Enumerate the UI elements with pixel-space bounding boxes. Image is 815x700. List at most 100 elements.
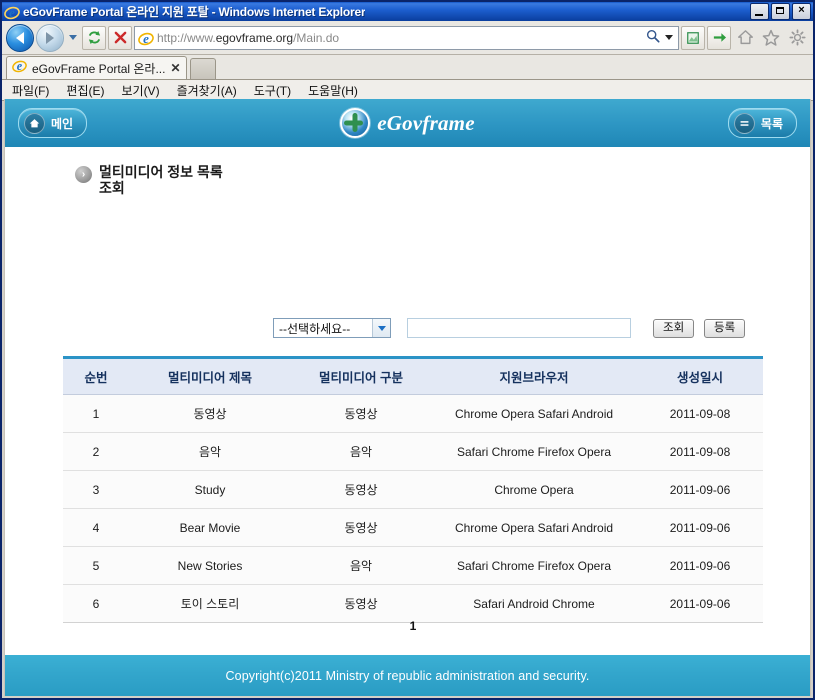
cell-browser: Chrome Opera Safari Android <box>431 395 637 433</box>
browser-tab[interactable]: e eGovFrame Portal 온라... ✕ <box>6 56 187 79</box>
minimize-button[interactable] <box>750 3 769 20</box>
chevron-down-icon <box>665 35 673 40</box>
search-icon[interactable] <box>644 29 662 46</box>
forward-arrow-icon <box>46 32 54 44</box>
address-bar[interactable]: e http://www.egovframe.org/Main.do <box>134 26 679 50</box>
close-icon: × <box>798 4 804 16</box>
tools-button[interactable] <box>785 26 809 50</box>
chevron-down-icon <box>69 35 77 40</box>
table-row[interactable]: 2 음악 음악 Safari Chrome Firefox Opera 2011… <box>63 433 763 471</box>
copyright-text: Copyright(c)2011 Ministry of republic ad… <box>226 669 590 683</box>
cell-browser: Safari Chrome Firefox Opera <box>431 547 637 585</box>
url-path: /Main.do <box>293 31 339 45</box>
url-text: http://www.egovframe.org/Main.do <box>157 31 644 45</box>
tab-close-icon[interactable]: ✕ <box>170 61 180 75</box>
tab-title: eGovFrame Portal 온라... <box>32 60 165 77</box>
globe-icon <box>340 108 370 138</box>
new-tab-button[interactable] <box>190 58 216 79</box>
pagination: 1 <box>63 617 763 635</box>
refresh-button[interactable] <box>82 26 106 50</box>
site-header: 메인 eGovframe 목록 <box>5 99 810 149</box>
chevron-down-icon[interactable] <box>372 319 390 337</box>
compatibility-view-icon <box>686 31 700 45</box>
back-arrow-icon <box>16 32 24 44</box>
menu-item-view[interactable]: 보기(V) <box>121 82 159 99</box>
cell-no: 4 <box>63 509 129 547</box>
chevron-right-circle-icon: › <box>75 166 92 183</box>
search-input[interactable] <box>407 318 631 338</box>
stop-button[interactable] <box>108 26 132 50</box>
cell-no: 2 <box>63 433 129 471</box>
svg-text:e: e <box>9 5 15 20</box>
cell-type: 음악 <box>291 433 431 471</box>
table-row[interactable]: 5 New Stories 음악 Safari Chrome Firefox O… <box>63 547 763 585</box>
minimize-icon <box>755 14 763 16</box>
category-select-value: --선택하세요-- <box>274 320 372 337</box>
menu-item-edit[interactable]: 편집(E) <box>66 82 104 99</box>
menu-bar: 파일(F) 편집(E) 보기(V) 즐겨찾기(A) 도구(T) 도움말(H) <box>2 80 813 101</box>
column-header-title: 멀티미디어 제목 <box>129 358 291 395</box>
cell-title[interactable]: 음악 <box>129 433 291 471</box>
table-header-row: 순번 멀티미디어 제목 멀티미디어 구분 지원브라우저 생성일시 <box>63 358 763 395</box>
recent-pages-button[interactable] <box>66 25 80 51</box>
table-row[interactable]: 1 동영상 동영상 Chrome Opera Safari Android 20… <box>63 395 763 433</box>
cell-date: 2011-09-08 <box>637 395 763 433</box>
page-viewport: 메인 eGovframe 목록 › 멀티미 <box>4 99 811 696</box>
window-controls: × <box>750 3 811 20</box>
table-header: 순번 멀티미디어 제목 멀티미디어 구분 지원브라우저 생성일시 <box>63 358 763 395</box>
svg-text:e: e <box>143 31 149 46</box>
menu-item-tools[interactable]: 도구(T) <box>254 82 291 99</box>
cell-no: 3 <box>63 471 129 509</box>
site-logo-text: eGovframe <box>377 111 474 136</box>
svg-text:e: e <box>17 59 23 73</box>
list-nav-button[interactable]: 목록 <box>728 108 797 138</box>
menu-item-help[interactable]: 도움말(H) <box>308 82 358 99</box>
cell-title[interactable]: 동영상 <box>129 395 291 433</box>
cell-date: 2011-09-06 <box>637 509 763 547</box>
menu-item-favorites[interactable]: 즐겨찾기(A) <box>177 82 237 99</box>
close-button[interactable]: × <box>792 3 811 20</box>
hamburger-menu-icon <box>734 113 755 134</box>
tab-strip: e eGovFrame Portal 온라... ✕ <box>2 55 813 80</box>
browser-window: e eGovFrame Portal 온라인 지원 포탈 - Windows I… <box>0 0 815 700</box>
page-number-1[interactable]: 1 <box>410 619 417 633</box>
multimedia-list-table: 순번 멀티미디어 제목 멀티미디어 구분 지원브라우저 생성일시 1 동영상 동… <box>63 356 763 623</box>
cell-browser: Chrome Opera Safari Android <box>431 509 637 547</box>
cell-date: 2011-09-06 <box>637 471 763 509</box>
url-scheme: http://www. <box>157 31 216 45</box>
table-row[interactable]: 3 Study 동영상 Chrome Opera 2011-09-06 <box>63 471 763 509</box>
table-row[interactable]: 4 Bear Movie 동영상 Chrome Opera Safari And… <box>63 509 763 547</box>
navigation-toolbar: e http://www.egovframe.org/Main.do <box>2 21 813 55</box>
page-title-line2: 조회 <box>99 180 125 196</box>
compatibility-view-button[interactable] <box>681 26 705 50</box>
internet-explorer-icon: e <box>138 30 154 46</box>
menu-item-file[interactable]: 파일(F) <box>12 82 49 99</box>
register-button[interactable]: 등록 <box>704 319 745 338</box>
column-header-browser: 지원브라우저 <box>431 358 637 395</box>
search-provider-dropdown[interactable] <box>662 35 676 40</box>
table-body: 1 동영상 동영상 Chrome Opera Safari Android 20… <box>63 395 763 623</box>
cell-date: 2011-09-06 <box>637 547 763 585</box>
home-button[interactable] <box>733 26 757 50</box>
cell-no: 1 <box>63 395 129 433</box>
url-domain: egovframe.org <box>216 31 293 45</box>
cell-browser: Safari Chrome Firefox Opera <box>431 433 637 471</box>
maximize-button[interactable] <box>771 3 790 20</box>
forward-button[interactable] <box>36 24 64 52</box>
cell-type: 음악 <box>291 547 431 585</box>
cell-title[interactable]: New Stories <box>129 547 291 585</box>
home-icon <box>737 29 754 46</box>
favorites-button[interactable] <box>759 26 783 50</box>
site-logo[interactable]: eGovframe <box>5 108 810 138</box>
site-footer: Copyright(c)2011 Ministry of republic ad… <box>5 653 810 696</box>
close-x-icon <box>114 31 127 44</box>
search-button[interactable]: 조회 <box>653 319 694 338</box>
back-button[interactable] <box>6 24 34 52</box>
cell-title[interactable]: Bear Movie <box>129 509 291 547</box>
title-bar: e eGovFrame Portal 온라인 지원 포탈 - Windows I… <box>2 2 813 21</box>
internet-explorer-icon: e <box>4 4 20 20</box>
cell-date: 2011-09-08 <box>637 433 763 471</box>
cell-title[interactable]: Study <box>129 471 291 509</box>
category-select[interactable]: --선택하세요-- <box>273 318 391 338</box>
go-button[interactable] <box>707 26 731 50</box>
